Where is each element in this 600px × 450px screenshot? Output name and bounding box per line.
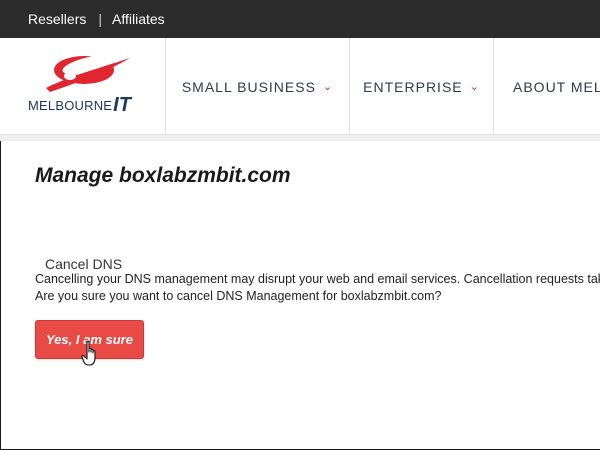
site-header: MELBOURNE IT SMALL BUSINESS ⌄ ENTERPRISE… — [0, 38, 600, 135]
nav-about[interactable]: ABOUT MEL — [494, 38, 600, 135]
nav-small-business[interactable]: SMALL BUSINESS ⌄ — [166, 38, 350, 135]
nav-about-label: ABOUT MEL — [513, 78, 600, 95]
brand-name-mark: IT — [113, 94, 131, 116]
utility-bar: Resellers | Affiliates — [0, 0, 600, 38]
nav-small-business-label: SMALL BUSINESS — [181, 78, 316, 95]
affiliates-link[interactable]: Affiliates — [112, 11, 165, 27]
header-divider — [0, 135, 600, 141]
confirmation-question-text: Are you sure you want to cancel DNS Mana… — [35, 289, 442, 303]
page-title: Manage boxlabzmbit.com — [35, 164, 291, 187]
brand-name-word: MELBOURNE — [28, 98, 113, 113]
hand-pointer-icon — [81, 340, 96, 366]
chevron-down-icon: ⌄ — [469, 81, 480, 93]
cancellation-warning-text: Cancelling your DNS management may disru… — [35, 272, 600, 286]
section-label-cancel-dns: Cancel DNS — [45, 256, 123, 272]
brand-wordmark: MELBOURNE IT — [28, 94, 131, 117]
nav-enterprise-label: ENTERPRISE — [363, 78, 463, 95]
resellers-link[interactable]: Resellers — [28, 11, 86, 27]
brand-logo[interactable]: MELBOURNE IT — [0, 38, 166, 135]
swoosh-icon — [46, 55, 130, 92]
nav-enterprise[interactable]: ENTERPRISE ⌄ — [350, 38, 494, 135]
topbar-separator: | — [98, 11, 102, 27]
chevron-down-icon: ⌄ — [322, 81, 334, 93]
